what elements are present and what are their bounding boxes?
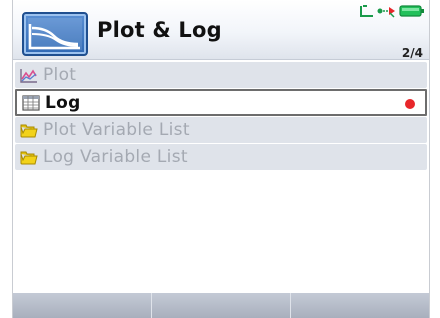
- folder-icon: [20, 149, 38, 165]
- softkey-bar: [13, 293, 429, 318]
- page-indicator: 2/4: [401, 46, 423, 60]
- softkey-1[interactable]: [13, 293, 152, 318]
- chart-icon: [20, 67, 38, 83]
- menu-item-label: Log: [45, 92, 81, 113]
- plot-log-app-icon: [22, 12, 88, 56]
- device-screen: Plot & Log 2/4 Plot Log Plot Variable Li…: [12, 0, 430, 318]
- menu-item-label: Plot Variable List: [43, 120, 190, 140]
- connection-icon: [377, 7, 395, 18]
- softkey-3[interactable]: [291, 293, 429, 318]
- waveform-icon: [28, 18, 82, 50]
- status-icons: [359, 3, 426, 19]
- menu-item-label: Log Variable List: [43, 147, 188, 167]
- page-title: Plot & Log: [97, 18, 222, 42]
- recording-indicator: [405, 99, 415, 109]
- menu-item-plot-variable-list[interactable]: Plot Variable List: [15, 117, 427, 143]
- menu-list: Plot Log Plot Variable List Log Variable…: [13, 62, 429, 171]
- usb-icon: [360, 5, 373, 17]
- menu-item-plot[interactable]: Plot: [15, 62, 427, 88]
- menu-item-log-variable-list[interactable]: Log Variable List: [15, 144, 427, 170]
- table-icon: [22, 94, 40, 111]
- folder-icon: [20, 122, 38, 138]
- battery-icon: [399, 5, 424, 17]
- menu-item-label: Plot: [43, 65, 77, 85]
- softkey-2[interactable]: [152, 293, 291, 318]
- menu-item-log[interactable]: Log: [15, 89, 427, 116]
- title-bar: Plot & Log 2/4: [13, 0, 429, 60]
